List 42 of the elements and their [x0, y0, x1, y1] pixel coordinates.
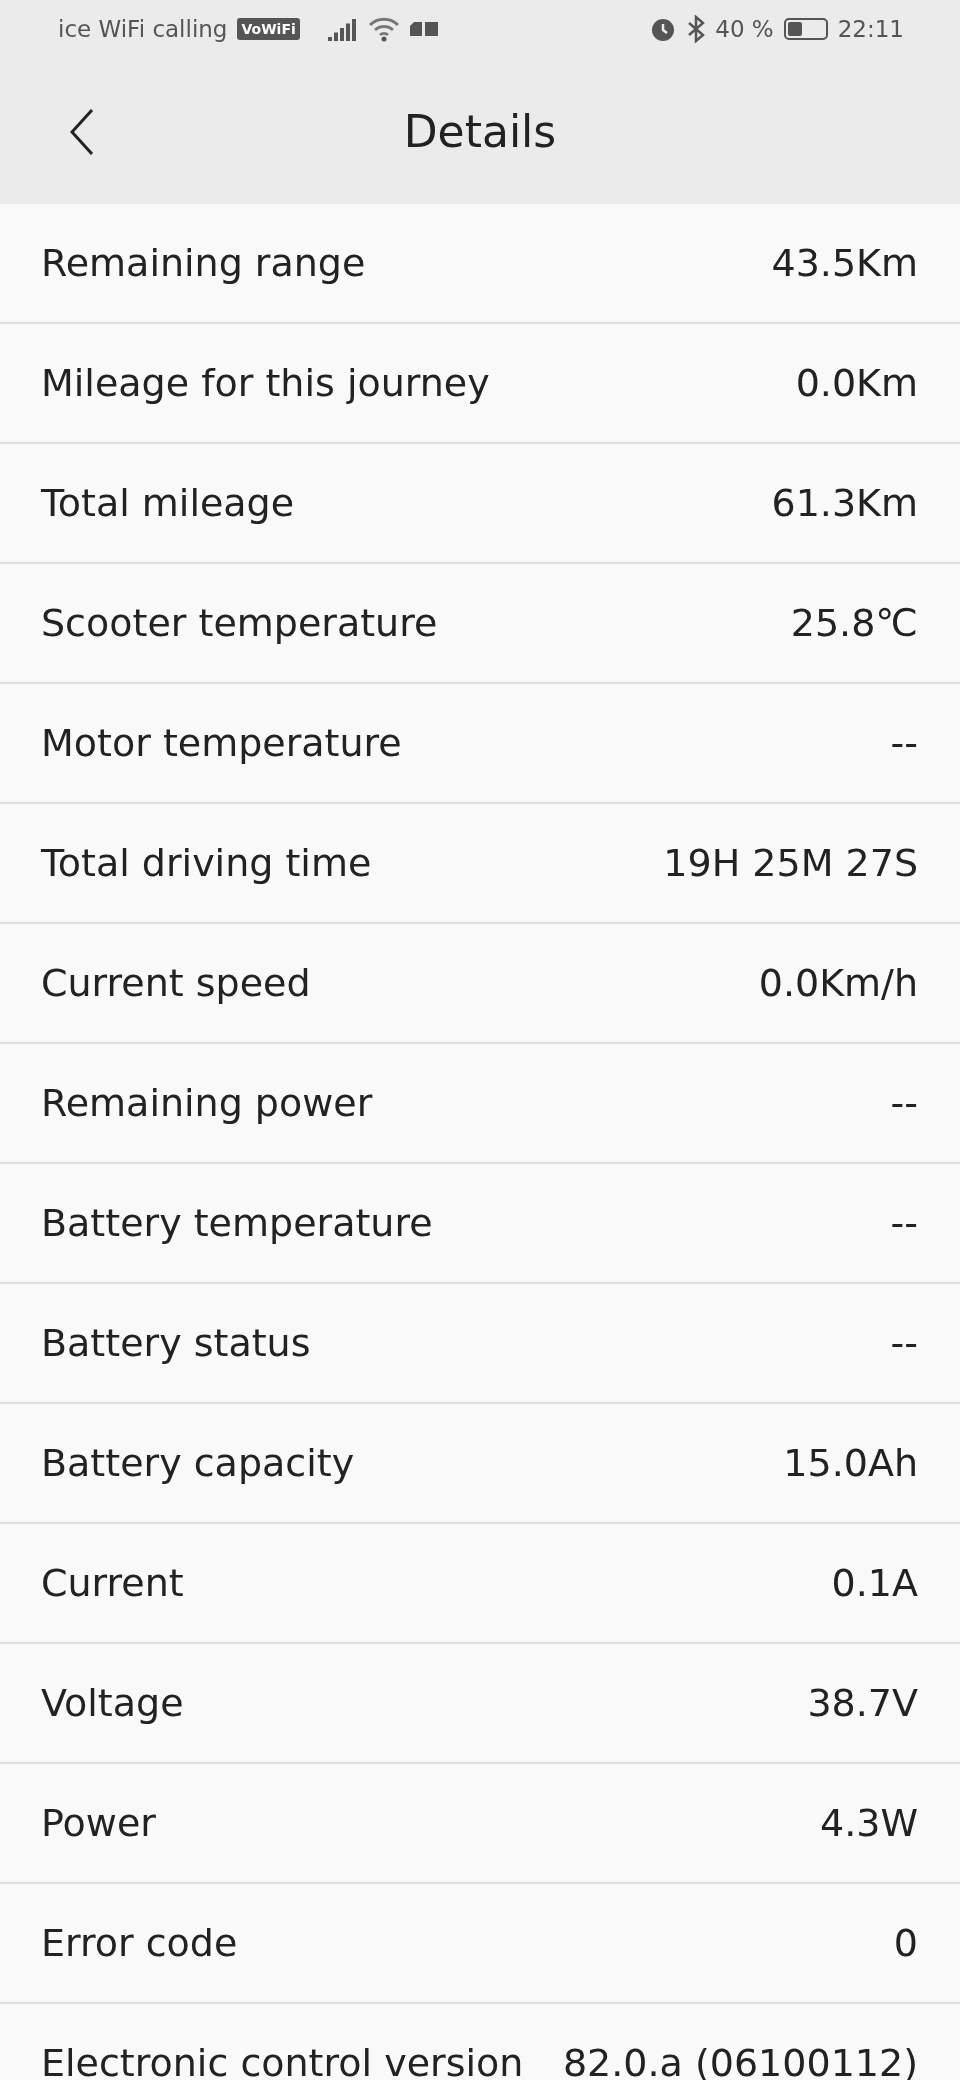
row-value: 61.3Km: [771, 481, 918, 525]
row-value: 4.3W: [820, 1801, 918, 1845]
row-label: Total mileage: [41, 481, 295, 525]
row-value: 38.7V: [807, 1681, 918, 1725]
row-label: Remaining range: [41, 241, 366, 285]
row-label: Current speed: [41, 961, 311, 1005]
row-value: 19H 25M 27S: [663, 841, 918, 885]
row-value: --: [890, 1201, 918, 1245]
row-value: 15.0Ah: [783, 1441, 918, 1485]
row-label: Voltage: [41, 1681, 184, 1725]
row-label: Mileage for this journey: [41, 361, 490, 405]
row-value: --: [890, 721, 918, 765]
sim-icon: [409, 22, 438, 36]
bluetooth-icon: [687, 15, 706, 43]
row-label: Total driving time: [41, 841, 372, 885]
row-value: --: [890, 1321, 918, 1365]
battery-icon: [783, 18, 828, 40]
row-label: Power: [41, 1801, 156, 1845]
row-value: 0.1A: [831, 1561, 918, 1605]
row-value: 25.8℃: [790, 601, 918, 645]
carrier-label: ice WiFi calling: [58, 16, 228, 42]
row-value: --: [890, 1081, 918, 1125]
row-label: Scooter temperature: [41, 601, 438, 645]
row-value: 43.5Km: [771, 241, 918, 285]
row-value: 0.0Km: [795, 361, 918, 405]
row-value: 0.0Km/h: [758, 961, 918, 1005]
row-label: Battery status: [41, 1321, 311, 1365]
row-value: 0: [893, 1921, 918, 1965]
row-label: Battery capacity: [41, 1441, 355, 1485]
wifi-icon: [367, 16, 400, 42]
signal-icon: [327, 17, 358, 41]
row-label: Battery temperature: [41, 1201, 433, 1245]
clock-time: 22:11: [837, 16, 904, 42]
vowifi-badge: VoWiFi: [237, 18, 300, 40]
page-title: Details: [403, 105, 557, 157]
row-label: Error code: [41, 1921, 238, 1965]
battery-percent: 40 %: [715, 16, 774, 42]
back-icon: [70, 108, 94, 156]
row-label: Current: [41, 1561, 184, 1605]
row-label: Remaining power: [41, 1081, 373, 1125]
row-label: Motor temperature: [41, 721, 402, 765]
row-label: Electronic control version: [41, 2041, 524, 2080]
